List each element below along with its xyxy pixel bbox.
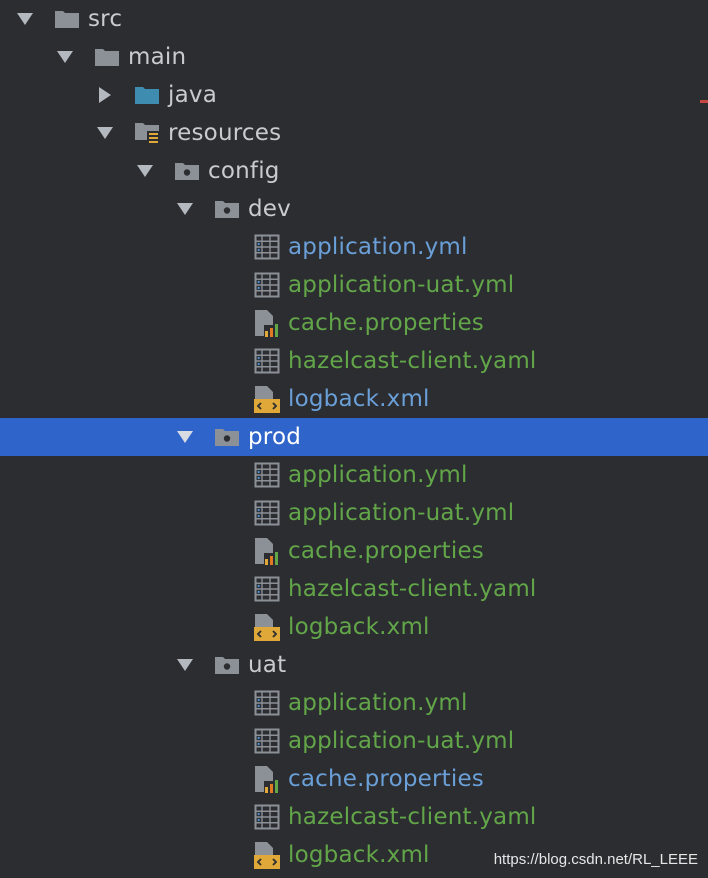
tree-row-prod-cache-properties[interactable]: cache.properties [0, 532, 708, 570]
tree-row-main[interactable]: main [0, 38, 708, 76]
properties-file-icon [252, 760, 282, 798]
tree-row-java[interactable]: java [0, 76, 708, 114]
tree-item-label: main [128, 44, 187, 70]
tree-row-uat-cache-properties[interactable]: cache.properties [0, 760, 708, 798]
yaml-file-icon [252, 342, 282, 380]
xml-file-icon [252, 608, 282, 646]
tree-item-label: application.yml [288, 462, 468, 488]
tree-item-label: application.yml [288, 690, 468, 716]
properties-file-icon [252, 304, 282, 342]
yaml-file-icon [252, 798, 282, 836]
tree-row-prod[interactable]: prod [0, 418, 708, 456]
tree-item-label: hazelcast-client.yaml [288, 576, 537, 602]
tree-row-prod-application-yml[interactable]: application.yml [0, 456, 708, 494]
tree-item-label: logback.xml [288, 386, 430, 412]
properties-file-icon [252, 532, 282, 570]
tree-row-dev-hazelcast-client-yaml[interactable]: hazelcast-client.yaml [0, 342, 708, 380]
expand-arrow-down-icon[interactable] [173, 646, 197, 684]
tree-row-prod-application-uat-yml[interactable]: application-uat.yml [0, 494, 708, 532]
expand-arrow-down-icon[interactable] [133, 152, 157, 190]
package-folder-icon [212, 418, 242, 456]
resources-folder-icon [132, 114, 162, 152]
tree-item-label: resources [168, 120, 282, 146]
tree-item-label: application-uat.yml [288, 272, 515, 298]
tree-item-label: logback.xml [288, 614, 430, 640]
tree-item-label: hazelcast-client.yaml [288, 804, 537, 830]
tree-row-src[interactable]: src [0, 0, 708, 38]
yaml-file-icon [252, 494, 282, 532]
tree-item-label: config [208, 158, 280, 184]
tree-row-dev-application-yml[interactable]: application.yml [0, 228, 708, 266]
project-tree: src main java resources config dev application… [0, 0, 708, 874]
tree-row-uat-application-uat-yml[interactable]: application-uat.yml [0, 722, 708, 760]
tree-item-label: dev [248, 196, 291, 222]
tree-row-uat[interactable]: uat [0, 646, 708, 684]
xml-file-icon [252, 836, 282, 874]
expand-arrow-down-icon[interactable] [173, 418, 197, 456]
yaml-file-icon [252, 266, 282, 304]
expand-arrow-down-icon[interactable] [13, 0, 37, 38]
tree-row-prod-hazelcast-client-yaml[interactable]: hazelcast-client.yaml [0, 570, 708, 608]
tree-item-label: application-uat.yml [288, 500, 515, 526]
tree-item-label: java [168, 82, 217, 108]
tree-row-prod-logback-xml[interactable]: logback.xml [0, 608, 708, 646]
tree-item-label: cache.properties [288, 766, 484, 792]
source-folder-icon [132, 76, 162, 114]
tree-item-label: cache.properties [288, 538, 484, 564]
tree-item-label: application-uat.yml [288, 728, 515, 754]
yaml-file-icon [252, 456, 282, 494]
yaml-file-icon [252, 570, 282, 608]
tree-item-label: cache.properties [288, 310, 484, 336]
watermark: https://blog.csdn.net/RL_LEEE [493, 851, 698, 868]
expand-arrow-right-icon[interactable] [93, 76, 117, 114]
tree-item-label: src [88, 6, 123, 32]
expand-arrow-down-icon[interactable] [173, 190, 197, 228]
folder-icon [52, 0, 82, 38]
tree-item-label: application.yml [288, 234, 468, 260]
tree-row-uat-hazelcast-client-yaml[interactable]: hazelcast-client.yaml [0, 798, 708, 836]
tree-row-resources[interactable]: resources [0, 114, 708, 152]
tree-item-label: hazelcast-client.yaml [288, 348, 537, 374]
expand-arrow-down-icon[interactable] [93, 114, 117, 152]
tree-item-label: logback.xml [288, 842, 430, 868]
package-folder-icon [212, 646, 242, 684]
tree-row-config[interactable]: config [0, 152, 708, 190]
yaml-file-icon [252, 722, 282, 760]
xml-file-icon [252, 380, 282, 418]
yaml-file-icon [252, 684, 282, 722]
tree-item-label: prod [248, 424, 302, 450]
expand-arrow-down-icon[interactable] [53, 38, 77, 76]
tree-row-dev-application-uat-yml[interactable]: application-uat.yml [0, 266, 708, 304]
tree-row-uat-application-yml[interactable]: application.yml [0, 684, 708, 722]
yaml-file-icon [252, 228, 282, 266]
tree-row-dev-logback-xml[interactable]: logback.xml [0, 380, 708, 418]
folder-icon [92, 38, 122, 76]
package-folder-icon [212, 190, 242, 228]
tree-item-label: uat [248, 652, 287, 678]
package-folder-icon [172, 152, 202, 190]
tree-row-dev-cache-properties[interactable]: cache.properties [0, 304, 708, 342]
change-marker [700, 100, 708, 103]
tree-row-dev[interactable]: dev [0, 190, 708, 228]
